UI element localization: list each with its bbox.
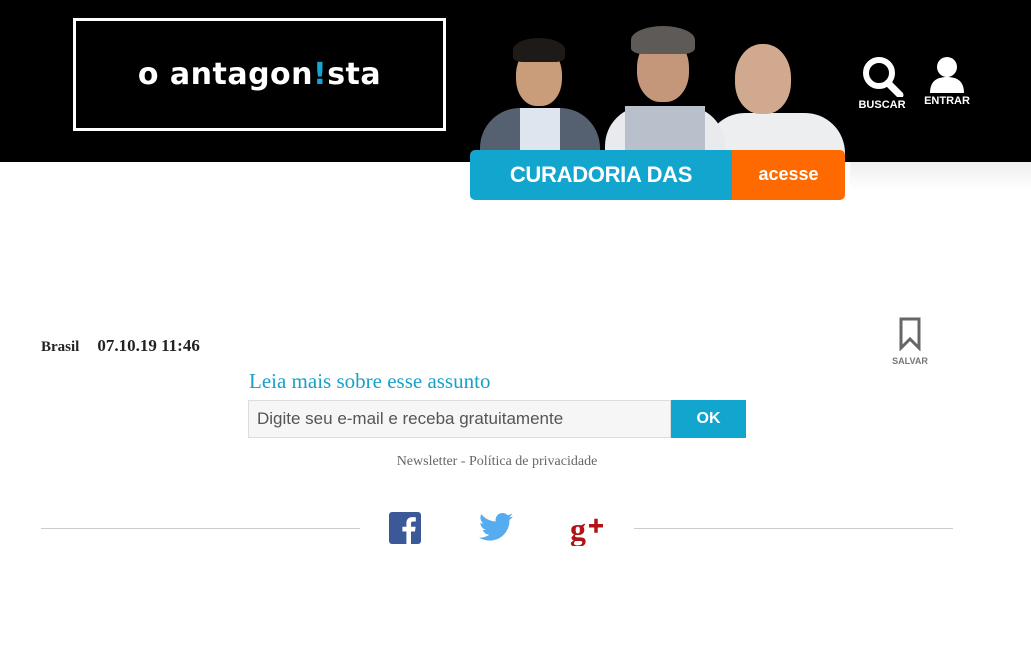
user-icon (930, 57, 964, 93)
share-facebook-button[interactable] (389, 512, 423, 546)
newsletter-links: Newsletter - Política de privacidade (248, 454, 746, 470)
logo-text: o antagon!sta (137, 57, 382, 92)
curadoria-banner[interactable]: CURADORIA DAS REDES acesse (470, 150, 845, 200)
host-photo-left (480, 28, 600, 162)
facebook-icon (389, 512, 421, 544)
hosts-photo (475, 12, 850, 162)
host-photo-center (595, 18, 735, 162)
save-label: SALVAR (892, 356, 928, 366)
share-twitter-button[interactable] (479, 512, 513, 546)
privacy-policy-link[interactable]: Política de privacidade (469, 454, 597, 469)
search-label: BUSCAR (858, 99, 906, 111)
bookmark-icon (899, 317, 921, 352)
curadoria-cta-button[interactable]: acesse (732, 150, 845, 200)
google-plus-icon: g (570, 511, 603, 547)
svg-text:g: g (570, 512, 586, 546)
twitter-icon (479, 512, 513, 541)
site-logo[interactable]: o antagon!sta (73, 18, 446, 131)
newsletter-link[interactable]: Newsletter (397, 454, 458, 469)
curadoria-label: CURADORIA DAS REDES (470, 150, 732, 200)
header-fade (850, 160, 1031, 190)
search-icon (863, 57, 904, 97)
email-input[interactable] (248, 400, 671, 438)
link-separator: - (457, 454, 470, 469)
divider-right (634, 528, 953, 529)
newsletter-title: Leia mais sobre esse assunto (249, 369, 491, 393)
search-button[interactable]: BUSCAR (855, 55, 909, 111)
article-date: 07.10.19 11:46 (97, 336, 200, 355)
login-button[interactable]: ENTRAR (920, 55, 974, 107)
save-button[interactable]: SALVAR (890, 317, 930, 366)
site-header: o antagon!sta BUSCAR ENTRAR (0, 0, 1031, 162)
login-label: ENTRAR (924, 95, 970, 107)
article-meta: Brasil 07.10.19 11:46 (41, 336, 200, 356)
newsletter-submit-button[interactable]: OK (671, 400, 746, 438)
divider-left (41, 528, 360, 529)
share-google-plus-button[interactable]: g (570, 511, 604, 547)
article-category[interactable]: Brasil (41, 339, 79, 355)
